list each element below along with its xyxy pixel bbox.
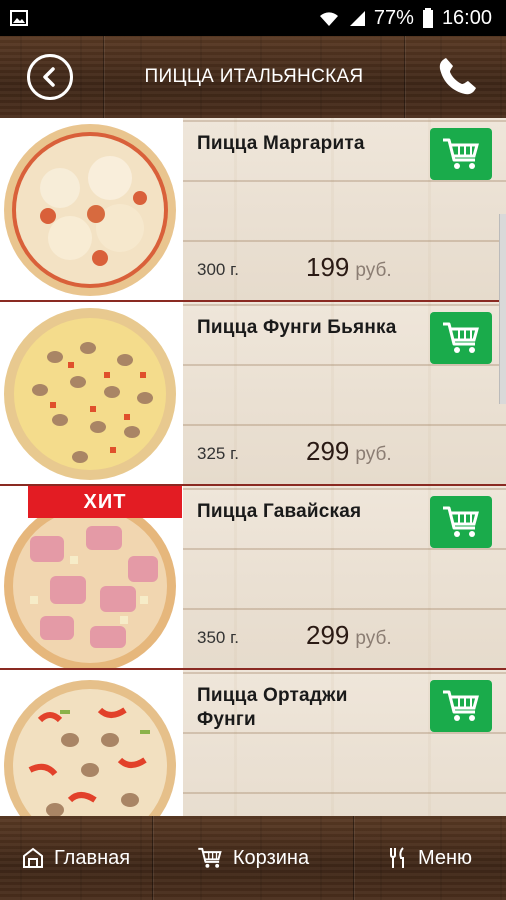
nav-menu-label: Меню xyxy=(417,846,473,869)
nav-home-label: Главная xyxy=(53,846,131,869)
app-header: ПИЦЦА ИТАЛЬЯНСКАЯ xyxy=(0,36,506,118)
hit-badge: ХИТ xyxy=(28,486,182,518)
product-name: Пицца Гавайская xyxy=(197,501,362,522)
header-divider xyxy=(404,36,405,118)
product-price: 299 руб. xyxy=(306,620,392,651)
product-weight: 325 г. xyxy=(197,444,239,463)
pizza-image xyxy=(0,670,183,816)
product-weight: 350 г. xyxy=(197,628,239,647)
product-price: 299 руб. xyxy=(306,436,392,467)
battery-percent: 77% xyxy=(373,6,414,29)
nav-menu[interactable]: Меню xyxy=(354,816,506,900)
price-value: 199 xyxy=(306,252,350,282)
pizza-image xyxy=(0,302,183,484)
product-name: Пицца Фунги Бьянка xyxy=(197,317,397,338)
add-to-cart-button[interactable] xyxy=(430,128,492,180)
back-button[interactable] xyxy=(27,54,73,100)
battery-icon xyxy=(422,8,433,28)
clock: 16:00 xyxy=(441,6,492,29)
page-title: ПИЦЦА ИТАЛЬЯНСКАЯ xyxy=(144,66,364,87)
nav-home[interactable]: Главная xyxy=(0,816,152,900)
price-value: 299 xyxy=(306,620,350,650)
add-to-cart-button[interactable] xyxy=(430,312,492,364)
add-to-cart-button[interactable] xyxy=(430,496,492,548)
cart-icon xyxy=(443,506,479,537)
phone-icon[interactable] xyxy=(432,52,482,102)
add-to-cart-button[interactable] xyxy=(430,680,492,732)
product-item[interactable]: Пицца Ортаджи Фунги xyxy=(0,670,506,816)
product-price: 199 руб. xyxy=(306,252,392,283)
cart-icon xyxy=(443,322,479,353)
nav-cart[interactable]: Корзина xyxy=(153,816,353,900)
product-name: Пицца Маргарита xyxy=(197,133,365,154)
price-currency: руб. xyxy=(355,628,392,649)
price-currency: руб. xyxy=(355,444,392,465)
cart-icon xyxy=(443,690,479,721)
fork-knife-icon xyxy=(389,847,404,868)
nav-cart-label: Корзина xyxy=(232,846,310,869)
cart-icon xyxy=(443,138,479,169)
price-currency: руб. xyxy=(355,260,392,281)
status-bar: 77% 16:00 xyxy=(0,0,506,36)
product-item[interactable]: Пицца Фунги Бьянка 325 г. 299 руб. xyxy=(0,302,506,486)
price-value: 299 xyxy=(306,436,350,466)
back-arrow-icon xyxy=(43,67,55,87)
product-name: Пицца Ортаджи Фунги xyxy=(197,685,348,730)
home-icon xyxy=(22,847,43,868)
gallery-icon xyxy=(10,10,28,26)
signal-icon xyxy=(349,11,365,26)
product-item[interactable]: ХИТ Пицца Гавайская 350 г. 299 руб. xyxy=(0,486,506,670)
bottom-nav: Главная Корзина Меню xyxy=(0,816,506,900)
pizza-image xyxy=(0,118,183,300)
product-list[interactable]: Пицца Маргарита 300 г. 199 руб. Пицца Фу… xyxy=(0,118,506,816)
cart-icon xyxy=(198,847,222,868)
scrollbar[interactable] xyxy=(499,214,506,404)
product-item[interactable]: Пицца Маргарита 300 г. 199 руб. xyxy=(0,118,506,302)
product-weight: 300 г. xyxy=(197,260,239,279)
wifi-icon xyxy=(319,12,338,26)
